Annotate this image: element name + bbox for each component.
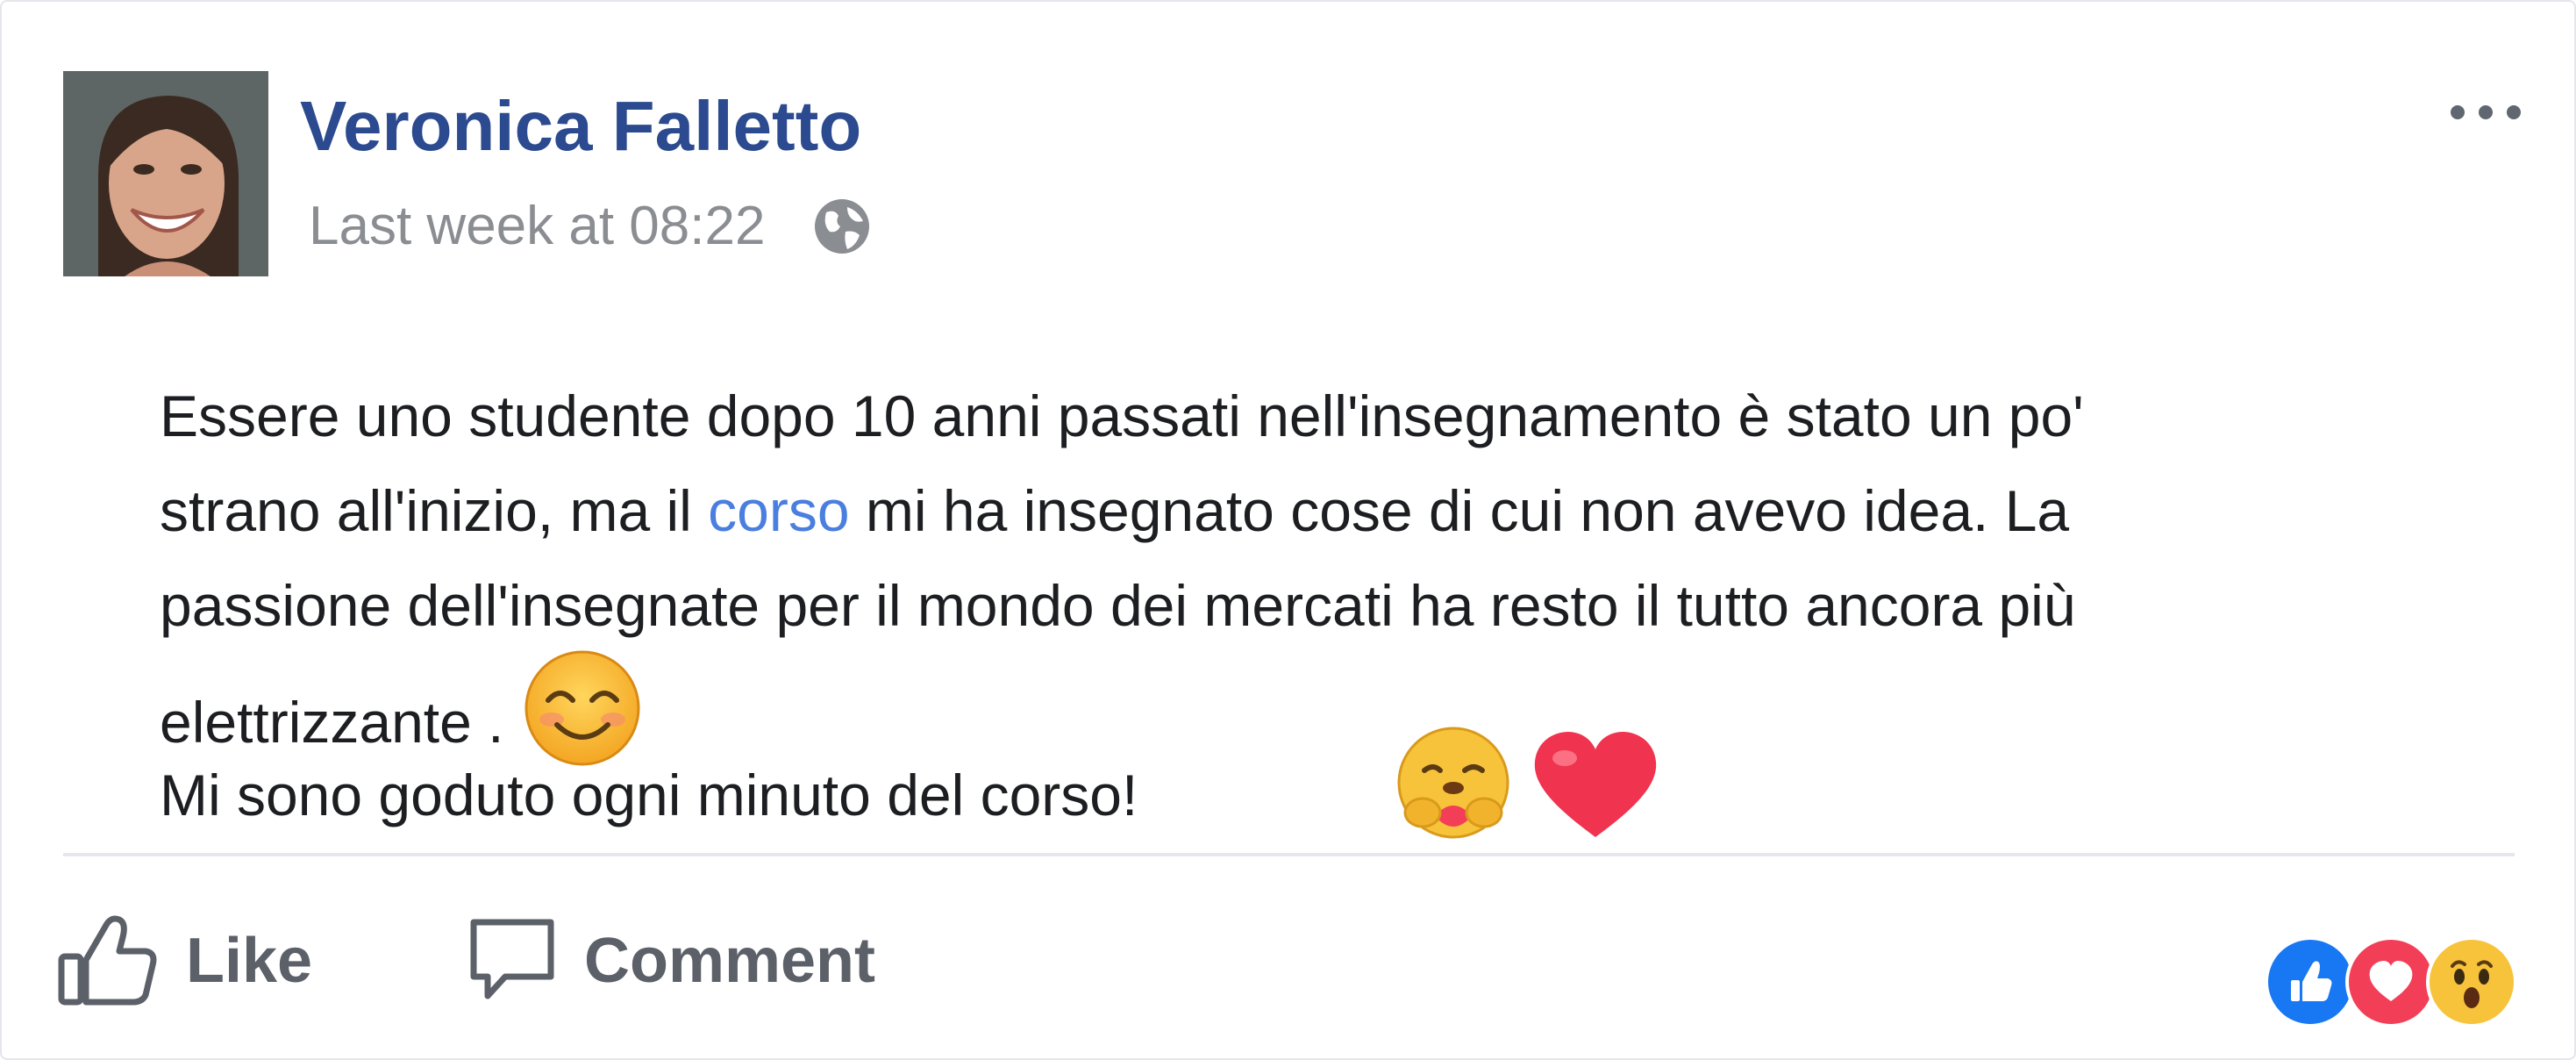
- post-text-segment: strano all'inizio, ma il: [160, 478, 709, 543]
- wow-reaction-icon: [2426, 936, 2517, 1028]
- sticker-emojis: [1379, 721, 1712, 853]
- reaction-summary[interactable]: [2265, 936, 2517, 1028]
- avatar[interactable]: [63, 71, 268, 276]
- comment-button[interactable]: Comment: [467, 904, 875, 1018]
- love-reaction-icon: [2345, 936, 2437, 1028]
- post-card: Veronica Falletto Last week at 08:22 Ess…: [0, 0, 2576, 1060]
- care-hug-emoji-icon: [1389, 721, 1517, 854]
- more-dot-icon: [2479, 105, 2493, 119]
- like-button[interactable]: Like: [56, 904, 312, 1018]
- post-text-line: Essere uno studente dopo 10 anni passati…: [160, 383, 2084, 448]
- globe-icon: [812, 197, 872, 256]
- more-dot-icon: [2451, 105, 2465, 119]
- author-name[interactable]: Veronica Falletto: [300, 86, 861, 167]
- post-text-line: strano all'inizio, ma il corso mi ha ins…: [160, 463, 2475, 558]
- like-label: Like: [186, 926, 313, 996]
- post-text-segment: mi ha insegnato cose di cui non avevo id…: [849, 478, 2070, 543]
- post-timestamp[interactable]: Last week at 08:22: [309, 195, 765, 257]
- post-text: Essere uno studente dopo 10 anni passati…: [160, 369, 2475, 842]
- red-heart-emoji-icon: [1530, 728, 1661, 847]
- course-link[interactable]: corso: [708, 478, 849, 543]
- comment-bubble-icon: [467, 915, 558, 1007]
- post-meta: Last week at 08:22: [309, 195, 872, 257]
- divider: [63, 853, 2515, 856]
- avatar-photo: [63, 71, 268, 276]
- post-text-segment: elettrizzante .: [160, 689, 504, 755]
- post-text-line: elettrizzante .: [160, 650, 2475, 766]
- comment-label: Comment: [584, 926, 876, 996]
- more-options-button[interactable]: [2451, 95, 2521, 130]
- like-reaction-icon: [2265, 936, 2356, 1028]
- more-dot-icon: [2507, 105, 2521, 119]
- post-text-line: passione dell'insegnate per il mondo dei…: [160, 573, 2076, 638]
- thumbs-up-icon: [56, 911, 160, 1012]
- post-text-line: Mi sono goduto ogni minuto del corso!: [160, 763, 1138, 827]
